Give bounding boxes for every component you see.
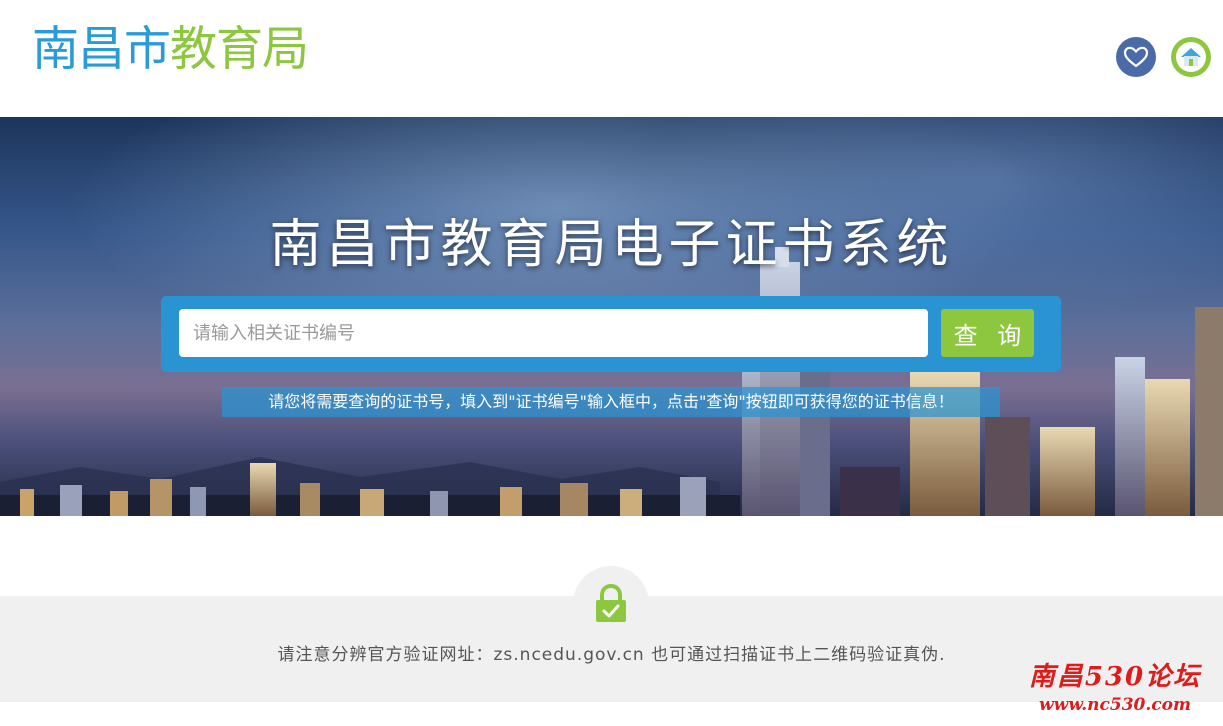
home-icon [1176, 42, 1206, 72]
watermark-url: www.nc530.com [1039, 695, 1191, 715]
home-button[interactable] [1171, 37, 1211, 77]
hero-banner: 南昌市教育局电子证书系统 查 询 请您将需要查询的证书号，填入到"证书编号"输入… [0, 117, 1223, 516]
site-logo[interactable]: 南昌市教育局 [32, 20, 309, 80]
search-panel: 查 询 [161, 296, 1061, 372]
page-title: 南昌市教育局电子证书系统 [269, 215, 954, 275]
certificate-number-input[interactable] [179, 309, 928, 357]
favorite-button[interactable] [1116, 37, 1156, 77]
lock-badge [573, 566, 649, 642]
lock-check-icon [596, 584, 626, 622]
logo-city-text: 南昌市 [32, 22, 171, 77]
heart-icon [1123, 46, 1149, 68]
forum-watermark: 南昌530论坛 www.nc530.com [1012, 661, 1218, 717]
logo-bureau-text: 教育局 [170, 22, 309, 77]
watermark-title: 南昌530论坛 [1028, 662, 1202, 692]
search-hint-text: 请您将需要查询的证书号，填入到"证书编号"输入框中，点击"查询"按钮即可获得您的… [222, 387, 1000, 417]
site-header: 南昌市教育局 [0, 0, 1223, 117]
search-button[interactable]: 查 询 [941, 309, 1034, 357]
